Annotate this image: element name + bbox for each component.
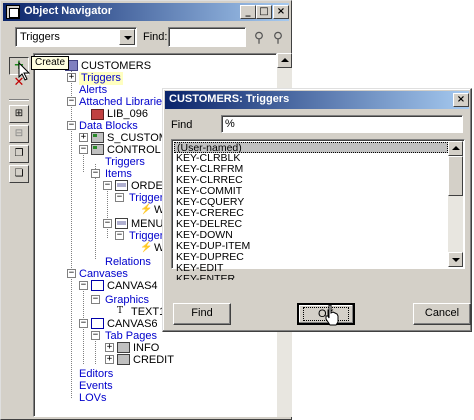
scroll-up-button[interactable] <box>277 53 292 68</box>
cancel-button[interactable]: Cancel <box>413 303 471 325</box>
chevron-down-icon[interactable] <box>119 29 135 45</box>
tree-guide <box>107 188 108 238</box>
tree-collapse-toggle[interactable]: − <box>91 331 100 340</box>
collapse-all-button[interactable]: ❏ <box>9 165 29 183</box>
tree-collapse-toggle[interactable]: − <box>67 269 76 278</box>
close-button[interactable]: × <box>273 5 289 19</box>
expand-all-button[interactable]: ❐ <box>9 145 29 163</box>
tree-collapse-toggle[interactable]: − <box>79 319 88 328</box>
tree-guide <box>95 164 96 259</box>
canvas-icon <box>91 280 104 291</box>
dialog-find-input[interactable]: % <box>221 115 463 133</box>
tree-expand-toggle[interactable]: + <box>105 343 114 352</box>
dialog-close-button[interactable]: × <box>453 93 469 107</box>
navigator-title: Object Navigator <box>24 5 113 17</box>
list-item[interactable]: KEY-CLRFRM <box>174 164 448 175</box>
list-item[interactable]: KEY-EDIT <box>174 263 448 274</box>
dialog-title: CUSTOMERS: Triggers <box>169 93 290 105</box>
canvas-icon <box>91 318 104 329</box>
vertical-toolbar: + ✕ ⊞ ⊟ ❐ ❏ <box>7 55 31 415</box>
tree-expand-toggle[interactable]: + <box>79 133 88 142</box>
trigger-icon: ⚡ <box>140 204 153 215</box>
hand-cursor-icon <box>325 304 339 326</box>
text-graphic-icon: T <box>117 306 124 316</box>
list-item[interactable]: KEY-DOWN <box>174 230 448 241</box>
list-item[interactable]: KEY-DUP-ITEM <box>174 241 448 252</box>
tree-collapse-toggle[interactable]: − <box>115 193 124 202</box>
trigger-list-items: (User-named) KEY-CLRBLK KEY-CLRFRM KEY-C… <box>174 142 448 280</box>
tree-node-credit[interactable]: CREDIT <box>133 354 174 367</box>
dialog-titlebar: CUSTOMERS: Triggers × <box>165 91 469 109</box>
tree-collapse-toggle[interactable]: − <box>115 231 124 240</box>
scroll-thumb[interactable] <box>448 156 463 196</box>
find-input[interactable] <box>168 27 246 47</box>
window-icon <box>6 5 20 19</box>
minimize-button[interactable]: _ <box>240 5 256 19</box>
tree-collapse-toggle[interactable]: − <box>67 97 76 106</box>
object-type-select-value: Triggers <box>20 31 60 43</box>
list-item[interactable]: KEY-CQUERY <box>174 197 448 208</box>
find-button[interactable]: Find <box>173 303 231 325</box>
scroll-down-button[interactable] <box>448 252 463 267</box>
triggers-dialog: CUSTOMERS: Triggers × Find % (User-named… <box>162 88 472 332</box>
list-scrollbar[interactable] <box>448 141 463 267</box>
collapse-button[interactable]: ⊟ <box>9 125 29 143</box>
create-tooltip: Create <box>31 56 70 70</box>
expand-button[interactable]: ⊞ <box>9 105 29 123</box>
search-backward-icon[interactable]: ⚲ <box>269 29 287 45</box>
tree-collapse-toggle[interactable]: − <box>91 169 100 178</box>
tree-collapse-toggle[interactable]: − <box>79 145 88 154</box>
tree-collapse-toggle[interactable]: − <box>67 121 76 130</box>
tree-collapse-toggle[interactable]: − <box>103 219 112 228</box>
block-icon <box>91 132 104 143</box>
list-item[interactable]: (User-named) <box>174 142 448 153</box>
tab-page-icon <box>117 342 130 353</box>
list-item[interactable]: KEY-CLRBLK <box>174 153 448 164</box>
scroll-up-button[interactable] <box>448 141 463 156</box>
dialog-find-label: Find <box>171 119 193 131</box>
list-item[interactable]: KEY-DUPREC <box>174 252 448 263</box>
tree-expand-toggle[interactable]: + <box>105 355 114 364</box>
tree-collapse-toggle[interactable]: − <box>91 295 100 304</box>
list-item[interactable]: KEY-CLRREC <box>174 175 448 186</box>
list-item[interactable]: KEY-DELREC <box>174 219 448 230</box>
navigator-titlebar: Object Navigator _ □ × <box>3 3 289 21</box>
list-item[interactable]: KEY-ENTER <box>174 274 448 280</box>
tree-guide <box>83 152 84 172</box>
search-forward-icon[interactable]: ⚲ <box>250 29 268 45</box>
maximize-button[interactable]: □ <box>256 5 272 19</box>
tree-collapse-toggle[interactable]: − <box>79 281 88 290</box>
item-icon <box>115 218 128 229</box>
trigger-icon: ⚡ <box>140 242 153 253</box>
list-item[interactable]: KEY-CREREC <box>174 208 448 219</box>
find-label: Find: <box>143 31 168 43</box>
tree-collapse-toggle[interactable]: − <box>103 181 112 190</box>
list-item[interactable]: KEY-COMMIT <box>174 186 448 197</box>
object-type-select[interactable]: Triggers <box>15 27 137 47</box>
library-icon <box>91 109 104 120</box>
tree-expand-toggle[interactable]: + <box>67 73 76 82</box>
block-icon <box>91 144 104 155</box>
trigger-list[interactable]: (User-named) KEY-CLRBLK KEY-CLRFRM KEY-C… <box>171 139 465 280</box>
tree-node-canvas4[interactable]: CANVAS4 <box>107 280 158 293</box>
item-icon <box>115 180 128 191</box>
tree-node-lovs[interactable]: LOVs <box>79 392 107 405</box>
navigator-find-bar: Triggers Find: ⚲ ⚲ <box>5 25 289 49</box>
toolbar-separator <box>9 99 29 101</box>
dialog-find-value: % <box>225 118 235 130</box>
mouse-cursor-icon <box>18 62 31 81</box>
tab-page-icon <box>117 354 130 365</box>
